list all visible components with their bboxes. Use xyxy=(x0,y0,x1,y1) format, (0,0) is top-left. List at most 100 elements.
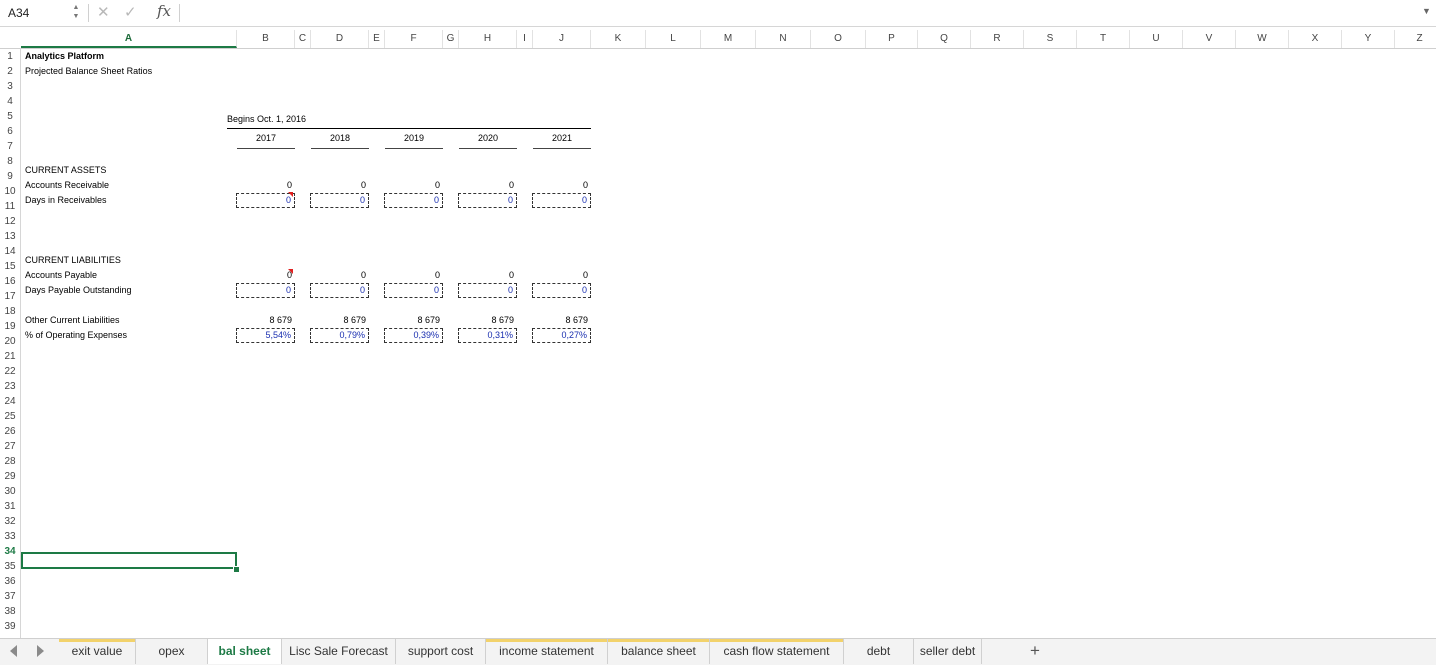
row-header-27[interactable]: 27 xyxy=(0,439,20,454)
year-header[interactable]: 2020 xyxy=(459,131,517,146)
column-header-m[interactable]: M xyxy=(701,30,756,48)
sheet-tab-opex[interactable]: opex xyxy=(136,639,208,664)
row-header-18[interactable]: 18 xyxy=(0,304,20,319)
sheet-tab-support-cost[interactable]: support cost xyxy=(396,639,486,664)
value-cell[interactable]: 0 xyxy=(532,193,591,208)
row-header-2[interactable]: 2 xyxy=(0,64,20,79)
sheet-tab-lisc-sale-forecast[interactable]: Lisc Sale Forecast xyxy=(282,639,396,664)
row-header-17[interactable]: 17 xyxy=(0,289,20,304)
row-header-14[interactable]: 14 xyxy=(0,244,20,259)
value-cell[interactable]: 0,31% xyxy=(458,328,517,343)
column-header-b[interactable]: B xyxy=(237,30,295,48)
sheet-tab-bal-sheet[interactable]: bal sheet xyxy=(208,639,282,664)
selected-cell[interactable] xyxy=(21,552,237,569)
fill-handle[interactable] xyxy=(233,566,240,573)
value-cell[interactable]: 0 xyxy=(234,178,292,193)
accounts-payable-label[interactable]: Accounts Payable xyxy=(25,268,97,283)
sheet-title[interactable]: Analytics Platform xyxy=(25,49,104,64)
column-header-g[interactable]: G xyxy=(443,30,459,48)
value-cell[interactable]: 0 xyxy=(458,193,517,208)
sheet-subtitle[interactable]: Projected Balance Sheet Ratios xyxy=(25,64,152,79)
fx-icon[interactable]: fx xyxy=(157,2,171,20)
tab-prev-icon[interactable] xyxy=(10,645,17,657)
row-header-34[interactable]: 34 xyxy=(0,544,20,559)
row-header-11[interactable]: 11 xyxy=(0,199,20,214)
row-header-3[interactable]: 3 xyxy=(0,79,20,94)
sheet-tab-exit-value[interactable]: exit value xyxy=(59,639,136,664)
column-header-f[interactable]: F xyxy=(385,30,443,48)
row-header-1[interactable]: 1 xyxy=(0,49,20,64)
row-header-25[interactable]: 25 xyxy=(0,409,20,424)
days-payable-label[interactable]: Days Payable Outstanding xyxy=(25,283,132,298)
column-header-o[interactable]: O xyxy=(811,30,866,48)
column-header-a[interactable]: A xyxy=(21,30,237,48)
value-cell[interactable]: 0 xyxy=(384,193,443,208)
row-header-5[interactable]: 5 xyxy=(0,109,20,124)
column-header-z[interactable]: Z xyxy=(1395,30,1436,48)
value-cell[interactable]: 0 xyxy=(532,283,591,298)
column-header-r[interactable]: R xyxy=(971,30,1024,48)
row-header-31[interactable]: 31 xyxy=(0,499,20,514)
column-header-s[interactable]: S xyxy=(1024,30,1077,48)
row-header-16[interactable]: 16 xyxy=(0,274,20,289)
row-header-6[interactable]: 6 xyxy=(0,124,20,139)
column-header-c[interactable]: C xyxy=(295,30,311,48)
sheet-tab-balance-sheet[interactable]: balance sheet xyxy=(608,639,710,664)
comment-indicator-icon[interactable] xyxy=(288,269,293,274)
sheet-tab-income-statement[interactable]: income statement xyxy=(486,639,608,664)
row-header-37[interactable]: 37 xyxy=(0,589,20,604)
column-header-y[interactable]: Y xyxy=(1342,30,1395,48)
value-cell[interactable]: 0 xyxy=(234,268,292,283)
column-header-t[interactable]: T xyxy=(1077,30,1130,48)
value-cell[interactable]: 0 xyxy=(384,283,443,298)
value-cell[interactable]: 0 xyxy=(308,268,366,283)
year-header[interactable]: 2019 xyxy=(385,131,443,146)
column-header-k[interactable]: K xyxy=(591,30,646,48)
formula-input[interactable] xyxy=(186,4,1406,22)
row-header-9[interactable]: 9 xyxy=(0,169,20,184)
value-cell[interactable]: 0 xyxy=(382,178,440,193)
row-header-32[interactable]: 32 xyxy=(0,514,20,529)
value-cell[interactable]: 0 xyxy=(308,178,366,193)
other-liabilities-label[interactable]: Other Current Liabilities xyxy=(25,313,120,328)
value-cell[interactable]: 8 679 xyxy=(530,313,588,328)
value-cell[interactable]: 0 xyxy=(382,268,440,283)
pct-opex-label[interactable]: % of Operating Expenses xyxy=(25,328,127,343)
row-header-20[interactable]: 20 xyxy=(0,334,20,349)
name-box-stepper-icon[interactable]: ▲ ▼ xyxy=(70,3,82,23)
chevron-down-icon[interactable]: ▼ xyxy=(1422,6,1431,16)
value-cell[interactable]: 8 679 xyxy=(308,313,366,328)
column-header-p[interactable]: P xyxy=(866,30,918,48)
sheet-tab-cash-flow-statement[interactable]: cash flow statement xyxy=(710,639,844,664)
current-liabilities-label[interactable]: CURRENT LIABILITIES xyxy=(25,253,121,268)
value-cell[interactable]: 0 xyxy=(310,193,369,208)
current-assets-label[interactable]: CURRENT ASSETS xyxy=(25,163,106,178)
year-header[interactable]: 2018 xyxy=(311,131,369,146)
column-header-x[interactable]: X xyxy=(1289,30,1342,48)
column-header-v[interactable]: V xyxy=(1183,30,1236,48)
value-cell[interactable]: 8 679 xyxy=(234,313,292,328)
column-header-d[interactable]: D xyxy=(311,30,369,48)
row-header-8[interactable]: 8 xyxy=(0,154,20,169)
row-header-4[interactable]: 4 xyxy=(0,94,20,109)
days-receivables-label[interactable]: Days in Receivables xyxy=(25,193,107,208)
row-header-15[interactable]: 15 xyxy=(0,259,20,274)
column-header-n[interactable]: N xyxy=(756,30,811,48)
row-header-21[interactable]: 21 xyxy=(0,349,20,364)
value-cell[interactable]: 0,27% xyxy=(532,328,591,343)
row-header-13[interactable]: 13 xyxy=(0,229,20,244)
column-header-q[interactable]: Q xyxy=(918,30,971,48)
accounts-receivable-label[interactable]: Accounts Receivable xyxy=(25,178,109,193)
value-cell[interactable]: 0 xyxy=(310,283,369,298)
column-header-l[interactable]: L xyxy=(646,30,701,48)
value-cell[interactable]: 0 xyxy=(456,178,514,193)
column-header-h[interactable]: H xyxy=(459,30,517,48)
add-sheet-icon[interactable]: + xyxy=(1030,641,1040,661)
value-cell[interactable]: 0,39% xyxy=(384,328,443,343)
row-header-30[interactable]: 30 xyxy=(0,484,20,499)
row-header-23[interactable]: 23 xyxy=(0,379,20,394)
comment-indicator-icon[interactable] xyxy=(288,192,293,197)
column-header-e[interactable]: E xyxy=(369,30,385,48)
value-cell[interactable]: 8 679 xyxy=(382,313,440,328)
row-header-35[interactable]: 35 xyxy=(0,559,20,574)
